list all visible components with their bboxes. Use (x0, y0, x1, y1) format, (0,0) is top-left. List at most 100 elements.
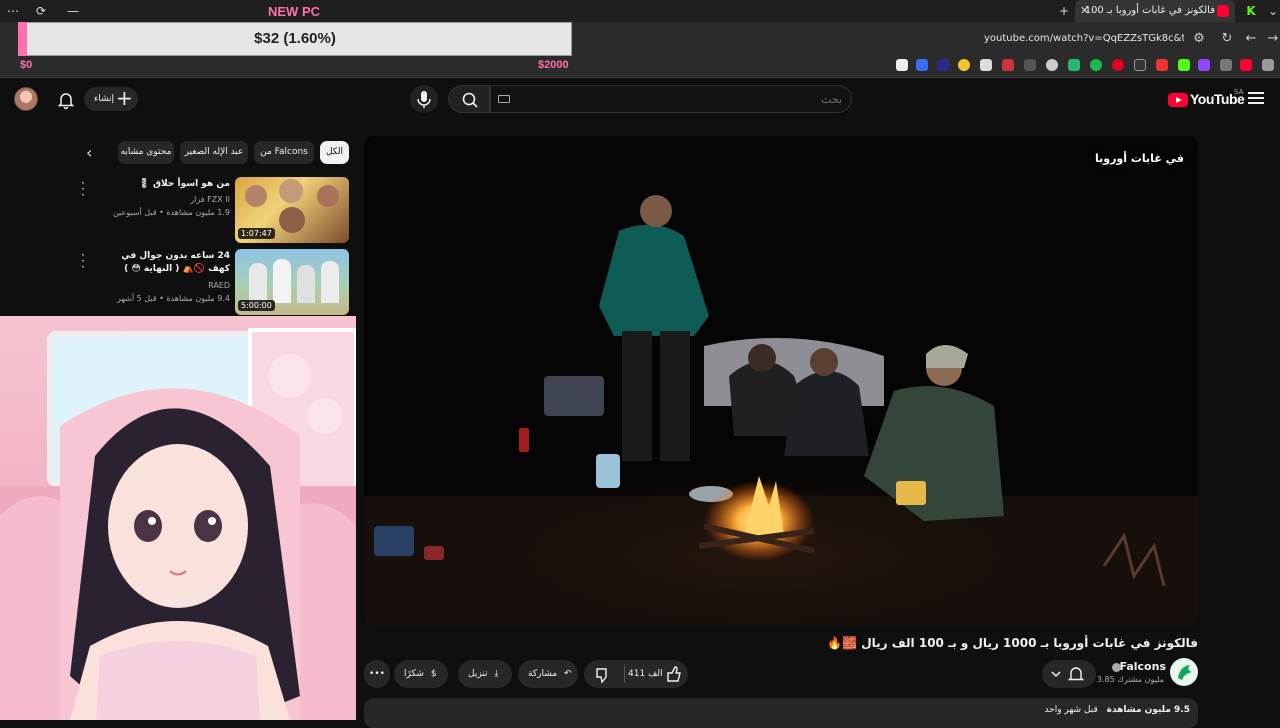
watermark-text: في غابات أوروبا (1095, 152, 1184, 165)
extension-icon[interactable] (1090, 59, 1102, 71)
extension-icon[interactable] (1002, 59, 1014, 71)
falcons-logo-icon (1178, 665, 1192, 680)
recommendation-meta: 1.9 مليون مشاهدة • قبل أسبوعين (112, 208, 230, 217)
share-arrow-icon: ↶ (563, 669, 572, 679)
forward-arrow-icon[interactable]: → (1264, 30, 1280, 48)
extension-icon[interactable] (1068, 59, 1080, 71)
recommendation-channel[interactable]: FZX II فزار (110, 194, 230, 206)
channel-avatar[interactable] (1170, 658, 1198, 686)
extension-icon[interactable] (1240, 59, 1252, 71)
account-avatar[interactable] (14, 87, 38, 111)
voice-search-button[interactable] (410, 85, 438, 113)
dislike-button[interactable] (584, 660, 622, 688)
back-arrow-icon[interactable]: ← (1242, 30, 1260, 48)
notifications-button[interactable] (56, 90, 76, 110)
youtube-favicon-icon (1217, 5, 1229, 17)
vtuber-webcam-overlay (0, 316, 356, 720)
url-field[interactable]: youtube.com/watch?v=QqEZZsTGk8c&t=7932s (984, 31, 1184, 47)
extension-icon[interactable] (1178, 59, 1190, 71)
recommendation-title[interactable]: 24 ساعه بدون جوال في كهف 🚫⛺ ( النهاية 😳 … (102, 250, 230, 276)
more-actions-icon[interactable]: · · · (79, 249, 87, 273)
extension-icon[interactable] (896, 59, 908, 71)
plus-icon: + (116, 86, 133, 110)
thumbs-up-icon (667, 666, 681, 682)
tab-search-chevron-icon[interactable]: ⌄ (1264, 2, 1280, 20)
new-tab-icon[interactable]: + (1055, 2, 1073, 20)
extension-icon[interactable] (1156, 59, 1168, 71)
extension-icon[interactable] (937, 59, 949, 71)
kick-tab-icon[interactable]: K (1244, 4, 1258, 18)
download-label: تنزيل (468, 669, 488, 679)
window-minimize-icon[interactable]: — (64, 2, 82, 20)
tab-active[interactable]: فالكونز في غابات أوروبا بـ 100 (1075, 0, 1235, 22)
thumbnail-face (245, 185, 267, 207)
download-button[interactable]: تنزيل ⤓ (458, 660, 512, 688)
search-button[interactable] (448, 85, 490, 113)
chip-from-falcons[interactable]: من Falcons (254, 141, 314, 164)
thanks-button[interactable]: شكرًا $ (394, 660, 448, 688)
extensions-bar (0, 56, 1280, 78)
reload-icon[interactable]: ↻ (1218, 30, 1236, 48)
view-count: 9.5 مليون مشاهدة (1106, 705, 1190, 715)
thumbnail-face (317, 185, 339, 207)
video-thumbnail[interactable]: 5:00:00 (235, 249, 349, 315)
region-code: SA (1234, 88, 1244, 96)
upload-age: قبل شهر واحد (1044, 705, 1098, 715)
more-actions-icon[interactable]: · · · (79, 177, 87, 201)
channel-watermark-logo: في غابات أوروبا (1094, 150, 1184, 186)
video-player[interactable]: في غابات أوروبا (364, 136, 1198, 626)
thumbnail-face (279, 207, 305, 233)
thumbnail-person (249, 263, 267, 303)
keyboard-icon[interactable] (498, 95, 510, 103)
microphone-icon (417, 91, 431, 108)
extension-icon[interactable] (1220, 59, 1232, 71)
hamburger-menu-icon[interactable] (1248, 92, 1264, 106)
extension-icon[interactable] (1198, 59, 1210, 71)
chip-abdulilah[interactable]: عبد الإله الصغير (180, 141, 248, 164)
thanks-label: شكرًا (404, 669, 424, 679)
donation-goal-title: NEW PC (268, 4, 320, 19)
search-icon (462, 92, 478, 108)
recommendation-channel[interactable]: RAED (110, 280, 230, 292)
share-button[interactable]: مشاركة ↶ (518, 660, 578, 688)
extension-puzzle-icon[interactable] (1262, 59, 1274, 71)
recommendation-title[interactable]: من هو اسوأ حلاق 💈 (110, 178, 230, 191)
create-label: إنشاء (94, 94, 115, 104)
video-thumbnail[interactable]: 1:07:47 (235, 177, 349, 243)
extension-icon[interactable] (1112, 59, 1124, 71)
more-actions-button[interactable]: ••• (364, 660, 390, 688)
video-duration: 1:07:47 (238, 228, 275, 239)
tab-close-icon[interactable]: ✕ (1080, 2, 1094, 20)
super-thanks-icon: $ (430, 669, 437, 679)
thumbnail-person (297, 265, 315, 303)
recommendation-meta: 9.4 مليون مشاهدة • قبل 5 أشهر (117, 294, 230, 303)
vtuber-avatar-illustration (0, 328, 356, 720)
tab-sync-icon[interactable]: ⟳ (32, 2, 50, 20)
extension-icon[interactable] (916, 59, 928, 71)
extension-icon[interactable] (1024, 59, 1036, 71)
extension-icon[interactable] (1134, 59, 1146, 71)
subscriber-count: 3.85 مليون مشترك (1096, 675, 1164, 684)
donation-min-label: $0 (20, 59, 33, 71)
like-count: 411 الف (628, 669, 663, 679)
donation-amount: $32 (1.60%) (254, 30, 336, 47)
tab-more-icon[interactable]: ⋯ (4, 2, 22, 20)
chevron-left-icon[interactable]: ‹ (86, 144, 102, 162)
like-button[interactable] (660, 660, 688, 688)
extension-icon[interactable] (980, 59, 992, 71)
share-label: مشاركة (528, 669, 558, 679)
video-frame-scene (364, 136, 1198, 626)
donation-max-label: $2000 (538, 59, 569, 71)
extension-icon[interactable] (958, 59, 970, 71)
thumbnail-person (273, 259, 291, 303)
subscribed-notifications-button[interactable] (1042, 660, 1096, 688)
chip-all[interactable]: الكل (320, 141, 349, 164)
extension-icon[interactable] (1046, 59, 1058, 71)
youtube-logo-icon[interactable] (1168, 93, 1188, 107)
bell-icon (57, 93, 75, 110)
thumbnail-face (279, 179, 303, 203)
more-horizontal-icon: ••• (369, 669, 385, 679)
site-settings-icon[interactable]: ⚙ (1190, 30, 1208, 48)
search-input[interactable] (500, 90, 842, 108)
chip-similar[interactable]: محتوى مشابه (118, 141, 174, 164)
